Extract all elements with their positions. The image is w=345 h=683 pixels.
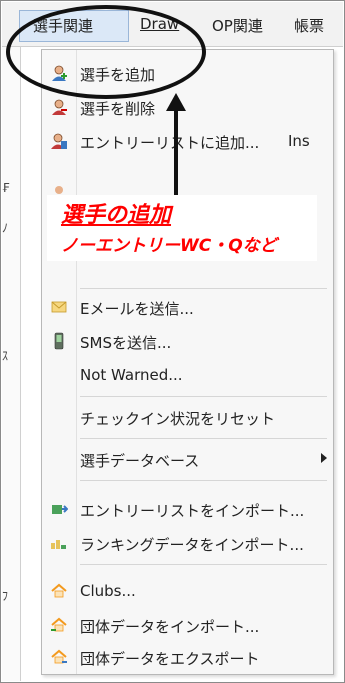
menu-item-import-club[interactable]: 団体データをインポート...	[42, 608, 333, 642]
add-to-entry-list-icon	[51, 133, 67, 149]
menu-item-label: ランキングデータをインポート...	[80, 536, 304, 554]
menu-item-label: チェックイン状況をリセット	[80, 410, 276, 428]
menu-op[interactable]: OP関連	[212, 15, 263, 36]
menu-item-label: エントリーリストをインポート...	[80, 502, 305, 520]
menu-item-clubs[interactable]: Clubs...	[42, 574, 333, 608]
menu-bar: 選手関連 Draw OP関連 帳票	[2, 2, 343, 47]
submenu-arrow-icon	[321, 453, 327, 463]
menu-item-send-email[interactable]: Eメールを送信...	[42, 290, 333, 324]
delete-player-icon	[52, 99, 67, 115]
menu-item-label: 選手を追加	[80, 66, 156, 84]
callout-title: 選手の追加	[61, 203, 172, 228]
dropdown-menu: 選手を追加 選手を削除 エントリーリストに追加... Ins Eメールを送信..…	[41, 49, 334, 675]
strip-fragment: ﾉ	[2, 221, 9, 235]
import-entry-list-icon	[52, 505, 68, 514]
annotation-arrow-line	[174, 109, 178, 197]
menu-item-label: 選手を削除	[80, 100, 156, 118]
menu-item-player-database[interactable]: 選手データベース	[42, 442, 333, 476]
menu-item-label: 団体データをインポート...	[80, 618, 260, 636]
separator	[80, 396, 327, 397]
menu-item-import-entry-list[interactable]: エントリーリストをインポート...	[42, 492, 333, 526]
import-club-icon	[51, 617, 67, 632]
menu-player[interactable]: 選手関連	[33, 15, 93, 36]
menu-item-not-warned[interactable]: Not Warned...	[42, 358, 333, 392]
separator	[80, 564, 327, 565]
strip-fragment: ｽ	[2, 349, 9, 363]
menu-item-label: 団体データをエクスポート	[80, 650, 260, 668]
menu-reports[interactable]: 帳票	[294, 15, 324, 36]
callout-subtitle: ノーエントリーWC・Qなど	[61, 236, 277, 256]
menu-item-label: Not Warned...	[80, 366, 183, 384]
import-ranking-icon	[51, 540, 66, 549]
shortcut-label: Ins	[288, 132, 310, 150]
menu-item-label: SMSを送信...	[80, 334, 172, 352]
app-window: 選手関連 Draw OP関連 帳票 ₣ ﾉ ｽ ﾌ 選手を追加 選手を削除 エン…	[0, 0, 345, 683]
club-house-icon	[51, 583, 67, 598]
strip-fragment: ﾌ	[2, 589, 9, 603]
menu-item-reset-checkin[interactable]: チェックイン状況をリセット	[42, 400, 333, 434]
menu-item-label: Clubs...	[80, 582, 136, 600]
separator	[80, 480, 327, 481]
separator	[80, 438, 327, 439]
menu-draw[interactable]: Draw	[140, 15, 179, 33]
export-club-icon	[51, 649, 67, 664]
annotation-callout: 選手の追加 ノーエントリーWC・Qなど	[47, 195, 317, 261]
email-icon	[51, 301, 67, 313]
menu-item-label: エントリーリストに追加...	[80, 134, 260, 152]
menu-item-add-player[interactable]: 選手を追加	[42, 56, 333, 90]
menu-item-delete-player[interactable]: 選手を削除	[42, 90, 333, 124]
left-strip: ₣ ﾉ ｽ ﾌ	[2, 47, 21, 681]
menu-item-send-sms[interactable]: SMSを送信...	[42, 324, 333, 358]
phone-icon	[54, 332, 64, 350]
menu-item-import-ranking[interactable]: ランキングデータをインポート...	[42, 526, 333, 560]
menu-item-label: 選手データベース	[80, 452, 200, 470]
menu-item-label: Eメールを送信...	[80, 300, 194, 318]
menu-item-add-to-entry-list[interactable]: エントリーリストに追加... Ins	[42, 124, 333, 158]
separator	[80, 288, 327, 289]
add-player-icon	[52, 65, 67, 81]
strip-fragment: ₣	[2, 181, 10, 195]
menu-item-export-club[interactable]: 団体データをエクスポート	[42, 640, 333, 674]
